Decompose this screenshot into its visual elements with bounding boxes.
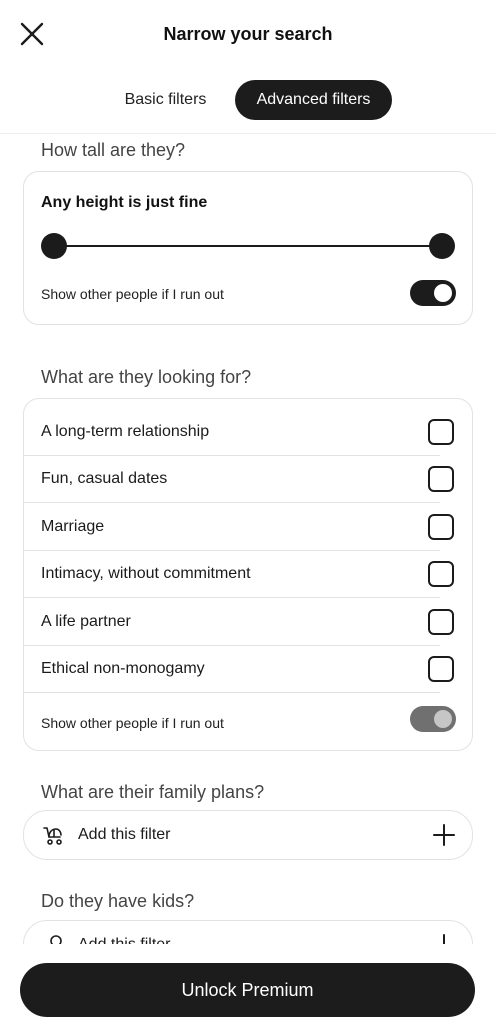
- kids-heading: Do they have kids?: [41, 891, 195, 911]
- rattle-icon: [50, 935, 62, 944]
- option-label: Fun, casual dates: [41, 470, 168, 487]
- toggle-thumb: [434, 710, 452, 728]
- toggle-thumb: [434, 284, 452, 302]
- kids-filter-label: Add this filter: [78, 936, 170, 944]
- option-row[interactable]: Marriage: [24, 504, 456, 551]
- plus-icon: [443, 934, 445, 944]
- family-plans-add-filter[interactable]: Add this filter: [23, 810, 473, 860]
- option-checkbox[interactable]: [428, 656, 454, 682]
- height-slider-min-handle[interactable]: [41, 233, 67, 259]
- height-toggle-label: Show other people if I run out: [41, 286, 224, 302]
- option-label: A long-term relationship: [41, 423, 210, 440]
- option-checkbox[interactable]: [428, 514, 454, 540]
- height-slider-track[interactable]: [54, 245, 444, 247]
- looking-for-card: A long-term relationship Fun, casual dat…: [23, 398, 473, 751]
- height-slider-max-handle[interactable]: [429, 233, 455, 259]
- option-row[interactable]: A life partner: [24, 599, 456, 646]
- looking-for-heading: What are they looking for?: [41, 367, 252, 387]
- height-value-label: Any height is just fine: [41, 194, 208, 211]
- family-plans-heading: What are their family plans?: [41, 782, 265, 802]
- filter-tabs: Basic filters Advanced filters: [0, 80, 496, 120]
- option-label: Intimacy, without commitment: [41, 565, 251, 582]
- row-divider: [24, 692, 440, 693]
- option-checkbox[interactable]: [428, 466, 454, 492]
- height-run-out-toggle[interactable]: [410, 280, 456, 306]
- option-label: Ethical non-monogamy: [41, 660, 205, 677]
- option-label: A life partner: [41, 613, 131, 630]
- option-row[interactable]: A long-term relationship: [24, 409, 456, 456]
- option-row[interactable]: Ethical non-monogamy: [24, 646, 456, 693]
- kids-add-filter[interactable]: Add this filter: [23, 920, 473, 944]
- looking-run-out-toggle[interactable]: [410, 706, 456, 732]
- option-checkbox[interactable]: [428, 419, 454, 445]
- height-heading: How tall are they?: [41, 140, 186, 160]
- option-checkbox[interactable]: [428, 609, 454, 635]
- plus-icon: [433, 824, 455, 846]
- family-plans-filter-label: Add this filter: [78, 826, 171, 843]
- stroller-icon: [43, 827, 62, 845]
- row-divider: [24, 597, 440, 598]
- filters-scroll-area[interactable]: How tall are they? Any height is just fi…: [0, 134, 496, 944]
- height-card: Any height is just fine Show other peopl…: [23, 171, 473, 325]
- unlock-premium-button[interactable]: Unlock Premium: [20, 963, 475, 1017]
- page-title: Narrow your search: [163, 24, 333, 44]
- looking-toggle-label: Show other people if I run out: [41, 715, 224, 731]
- row-divider: [24, 502, 440, 503]
- header: Narrow your search: [0, 0, 496, 70]
- option-row[interactable]: Intimacy, without commitment: [24, 551, 456, 598]
- option-row[interactable]: Fun, casual dates: [24, 456, 456, 503]
- option-label: Marriage: [41, 518, 105, 535]
- tab-basic-filters[interactable]: Basic filters: [108, 80, 223, 120]
- tab-advanced-filters[interactable]: Advanced filters: [235, 80, 392, 120]
- option-checkbox[interactable]: [428, 561, 454, 587]
